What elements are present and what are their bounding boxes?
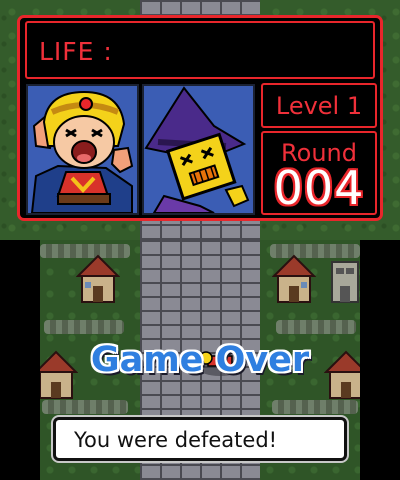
level-box: Level 1 xyxy=(261,83,377,128)
life-label: LIFE : xyxy=(39,37,113,66)
bottom-screen: Game Over You were defeated! xyxy=(0,240,400,480)
wizard-enemy-portrait-icon xyxy=(142,84,255,215)
defeat-message: You were defeated! xyxy=(74,428,278,452)
defeated-hero-portrait-icon xyxy=(26,84,139,215)
round-number: 004 xyxy=(273,161,365,215)
hedge xyxy=(44,320,124,334)
life-bar: LIFE : xyxy=(25,21,375,79)
house-icon xyxy=(272,254,316,303)
house-icon xyxy=(76,254,120,303)
game-over-title: Game Over xyxy=(90,340,310,380)
hedge xyxy=(272,400,358,414)
hud-panel: LIFE : Level 1 Round 004 xyxy=(17,15,383,221)
level-indicator: Level 1 xyxy=(275,92,363,120)
top-screen: LIFE : Level 1 Round 004 xyxy=(0,0,400,240)
hedge xyxy=(276,320,356,334)
stone-house-icon xyxy=(331,261,359,303)
message-box[interactable]: You were defeated! xyxy=(53,417,347,461)
hedge xyxy=(42,400,128,414)
round-box: Round 004 xyxy=(261,131,377,215)
